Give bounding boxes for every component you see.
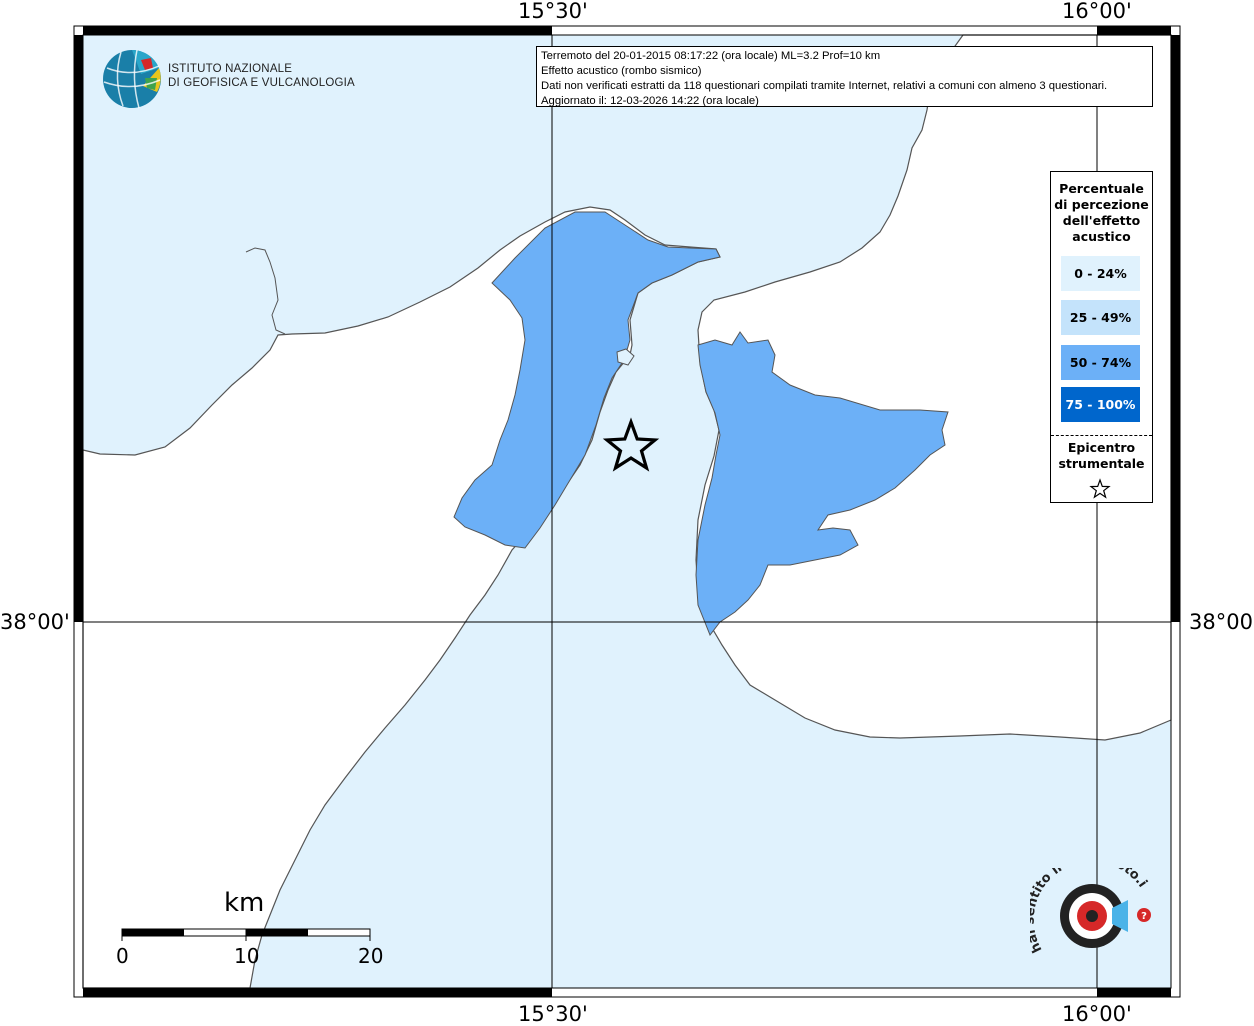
legend-panel: Percentuale di percezione dell'effetto a…	[1050, 171, 1153, 503]
event-info-line1: Terremoto del 20-01-2015 08:17:22 (ora l…	[541, 50, 881, 62]
map-root: 15°30' 16°00' 15°30' 16°00' 38°00' 38°00…	[0, 0, 1254, 1026]
scale-tick-10: 10	[234, 944, 260, 968]
ingv-name: ISTITUTO NAZIONALE DI GEOFISICA E VULCAN…	[168, 62, 355, 90]
legend-class-75-100[interactable]: 75 - 100%	[1061, 387, 1140, 422]
svg-text:?: ?	[1141, 911, 1147, 922]
legend-class-0-24[interactable]: 0 - 24%	[1061, 256, 1140, 291]
frame-left-segment	[74, 35, 83, 622]
left-lat-label: 38°00'	[0, 610, 70, 634]
frame-top-segment	[83, 26, 552, 35]
ingv-name-line1: ISTITUTO NAZIONALE	[168, 63, 293, 75]
event-info-line2: Effetto acustico (rombo sismico)	[541, 65, 702, 77]
legend-title-line: dell'effetto	[1062, 213, 1141, 228]
event-info-line3: Dati non verificati estratti da 118 ques…	[541, 80, 1108, 92]
event-info-box: Terremoto del 20-01-2015 08:17:22 (ora l…	[536, 46, 1153, 107]
right-lat-label: 38°00'	[1189, 610, 1254, 634]
bottom-lon-label: 15°30'	[518, 1002, 588, 1026]
legend-class-50-74[interactable]: 50 - 74%	[1061, 345, 1140, 380]
legend-title-line: di percezione	[1054, 197, 1149, 212]
frame-right-segment	[1171, 35, 1180, 622]
frame-bottom-segment	[1097, 988, 1171, 997]
legend-epicenter-label: Epicentro strumentale	[1051, 440, 1152, 472]
frame-bottom-segment	[83, 988, 552, 997]
frame-top-segment	[1097, 26, 1171, 35]
ingv-name-line2: DI GEOFISICA E VULCANOLOGIA	[168, 77, 355, 89]
legend-epicenter-line: Epicentro	[1067, 440, 1136, 455]
ingv-globe-icon	[103, 49, 161, 109]
legend-epicenter-line: strumentale	[1058, 456, 1145, 471]
top-lon-label: 15°30'	[518, 0, 588, 23]
event-info-line4: Aggiornato il: 12-03-2026 14:22 (ora loc…	[541, 95, 759, 107]
speaker-target-icon[interactable]: ? hai sentito il terremoto.it	[1030, 868, 1160, 978]
star-outline-icon	[1089, 478, 1111, 499]
top-lon-label: 16°00'	[1062, 0, 1132, 23]
legend-title-line: Percentuale	[1059, 181, 1144, 196]
legend-class-25-49[interactable]: 25 - 49%	[1061, 300, 1140, 335]
scale-tick-0: 0	[116, 944, 129, 968]
bottom-lon-label: 16°00'	[1062, 1002, 1132, 1026]
scale-tick-20: 20	[358, 944, 384, 968]
scale-unit: km	[224, 888, 265, 918]
legend-title-line: acustico	[1072, 229, 1131, 244]
legend-separator	[1051, 435, 1152, 436]
legend-title: Percentuale di percezione dell'effetto a…	[1051, 181, 1152, 245]
